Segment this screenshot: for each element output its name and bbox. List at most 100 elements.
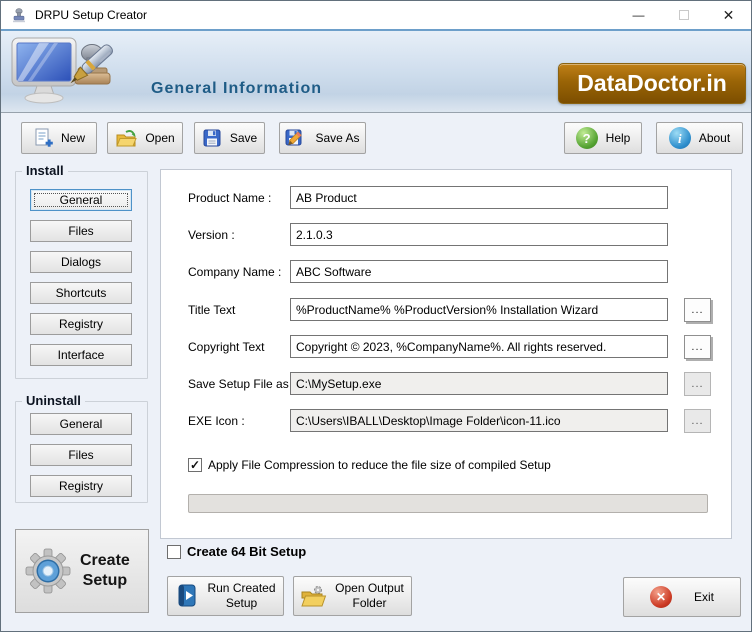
- output-label-line1: Open Output: [335, 581, 404, 595]
- run-created-setup-button[interactable]: Run Created Setup: [167, 576, 284, 616]
- compression-checkbox-row: ✓ Apply File Compression to reduce the f…: [188, 458, 551, 472]
- save-setup-file-browse-button[interactable]: ...: [684, 372, 711, 396]
- sidebar-item-install-general[interactable]: General: [30, 189, 132, 211]
- about-button-label: About: [698, 131, 731, 145]
- sidebar-item-label: Dialogs: [60, 255, 102, 269]
- uninstall-group-title: Uninstall: [22, 393, 85, 408]
- company-name-label: Company Name :: [188, 265, 282, 279]
- sidebar-item-label: Registry: [58, 317, 103, 331]
- title-text-browse-button[interactable]: ...: [684, 298, 711, 322]
- save-floppy-icon: [203, 129, 221, 147]
- page-title: General Information: [151, 80, 323, 97]
- sidebar-item-label: Registry: [58, 479, 103, 493]
- exe-icon-label: EXE Icon :: [188, 414, 245, 428]
- sidebar-item-install-registry[interactable]: Registry: [30, 313, 132, 335]
- create-setup-button[interactable]: Create Setup: [15, 529, 149, 613]
- save-button-label: Save: [229, 131, 258, 145]
- copyright-text-input[interactable]: [290, 335, 668, 358]
- save-as-icon: [285, 129, 303, 146]
- product-name-input[interactable]: [290, 186, 668, 209]
- compression-checkbox[interactable]: ✓: [188, 458, 202, 472]
- app-window: DRPU Setup Creator — ✕ General Informati…: [0, 0, 752, 632]
- sidebar-item-uninstall-files[interactable]: Files: [30, 444, 132, 466]
- run-label-line1: Run Created: [207, 581, 276, 595]
- gear-icon: [25, 548, 71, 594]
- sidebar-item-install-shortcuts[interactable]: Shortcuts: [30, 282, 132, 304]
- compression-label: Apply File Compression to reduce the fil…: [208, 458, 551, 472]
- general-information-panel: Product Name : Version : Company Name : …: [160, 169, 732, 539]
- save-as-button[interactable]: Save As: [279, 122, 366, 154]
- window-title: DRPU Setup Creator: [35, 8, 148, 22]
- output-label-line2: Folder: [352, 596, 387, 610]
- open-button[interactable]: Open: [107, 122, 183, 154]
- app-stamp-icon: [13, 8, 25, 23]
- uninstall-group: Uninstall General Files Registry: [15, 393, 148, 503]
- version-input[interactable]: [290, 223, 668, 246]
- output-folder-icon: [301, 586, 327, 607]
- save-setup-file-row: Save Setup File as : ...: [161, 372, 731, 396]
- help-button-label: Help: [605, 131, 631, 145]
- close-button[interactable]: ✕: [706, 1, 751, 29]
- new-button[interactable]: New: [21, 122, 97, 154]
- sidebar-item-label: General: [59, 193, 103, 207]
- computer-stamp-pen-illustration: [11, 37, 114, 104]
- about-icon: i: [668, 127, 691, 149]
- new-button-label: New: [60, 131, 85, 145]
- create-setup-line2: Setup: [82, 572, 128, 589]
- title-text-label: Title Text: [188, 303, 236, 317]
- sidebar-item-label: Files: [68, 224, 94, 238]
- sidebar-item-install-interface[interactable]: Interface: [30, 344, 132, 366]
- create-setup-line1: Create: [80, 552, 130, 569]
- help-icon: ?: [575, 127, 598, 149]
- new-document-icon: [35, 128, 53, 147]
- copyright-text-row: Copyright Text ...: [161, 335, 731, 359]
- sidebar-item-install-files[interactable]: Files: [30, 220, 132, 242]
- copyright-text-browse-button[interactable]: ...: [684, 335, 711, 359]
- checkmark-icon: ✓: [189, 458, 201, 472]
- save-as-button-label: Save As: [315, 131, 360, 145]
- sidebar-item-install-dialogs[interactable]: Dialogs: [30, 251, 132, 273]
- exe-icon-row: EXE Icon : ...: [161, 409, 731, 433]
- copyright-text-label: Copyright Text: [188, 340, 265, 354]
- run-created-setup-label: Run Created Setup: [207, 581, 275, 611]
- sidebar-item-uninstall-general[interactable]: General: [30, 413, 132, 435]
- bit64-checkbox-row: Create 64 Bit Setup: [167, 544, 306, 559]
- bit64-checkbox[interactable]: [167, 544, 181, 559]
- open-output-folder-label: Open Output Folder: [335, 581, 404, 611]
- run-label-line2: Setup: [225, 596, 258, 610]
- save-button[interactable]: Save: [194, 122, 265, 154]
- exit-button-label: Exit: [693, 590, 714, 604]
- progress-bar: [188, 494, 708, 513]
- open-button-label: Open: [145, 131, 175, 145]
- open-folder-icon: [116, 130, 138, 147]
- brand-logo[interactable]: DataDoctor.in: [558, 63, 746, 104]
- product-name-label: Product Name :: [188, 191, 272, 205]
- about-button[interactable]: i About: [656, 122, 743, 154]
- window-controls: — ✕: [616, 1, 751, 29]
- title-bar: DRPU Setup Creator — ✕: [1, 1, 751, 31]
- exit-button[interactable]: ✕ Exit: [623, 577, 741, 617]
- maximize-button[interactable]: [661, 1, 706, 29]
- maximize-icon: [678, 10, 689, 20]
- title-text-input[interactable]: [290, 298, 668, 321]
- sidebar-item-uninstall-registry[interactable]: Registry: [30, 475, 132, 497]
- open-output-folder-button[interactable]: Open Output Folder: [293, 576, 412, 616]
- exe-icon-browse-button[interactable]: ...: [684, 409, 711, 433]
- minimize-button[interactable]: —: [616, 1, 661, 29]
- version-label: Version :: [188, 228, 235, 242]
- sidebar-item-label: Files: [68, 448, 94, 462]
- save-setup-file-label: Save Setup File as :: [188, 377, 296, 391]
- create-setup-label: Create Setup: [80, 551, 130, 591]
- help-button[interactable]: ? Help: [564, 122, 642, 154]
- install-group: Install General Files Dialogs Shortcuts …: [15, 163, 148, 379]
- run-setup-icon: [178, 584, 196, 607]
- install-group-title: Install: [22, 163, 68, 178]
- sidebar-item-label: Interface: [57, 348, 105, 362]
- company-name-input[interactable]: [290, 260, 668, 283]
- save-setup-file-input[interactable]: [290, 372, 668, 395]
- title-text-row: Title Text ...: [161, 298, 731, 322]
- company-name-row: Company Name :: [161, 260, 731, 284]
- bit64-label: Create 64 Bit Setup: [187, 544, 307, 559]
- header-banner: General Information DataDoctor.in: [1, 31, 751, 113]
- exe-icon-input[interactable]: [290, 409, 668, 432]
